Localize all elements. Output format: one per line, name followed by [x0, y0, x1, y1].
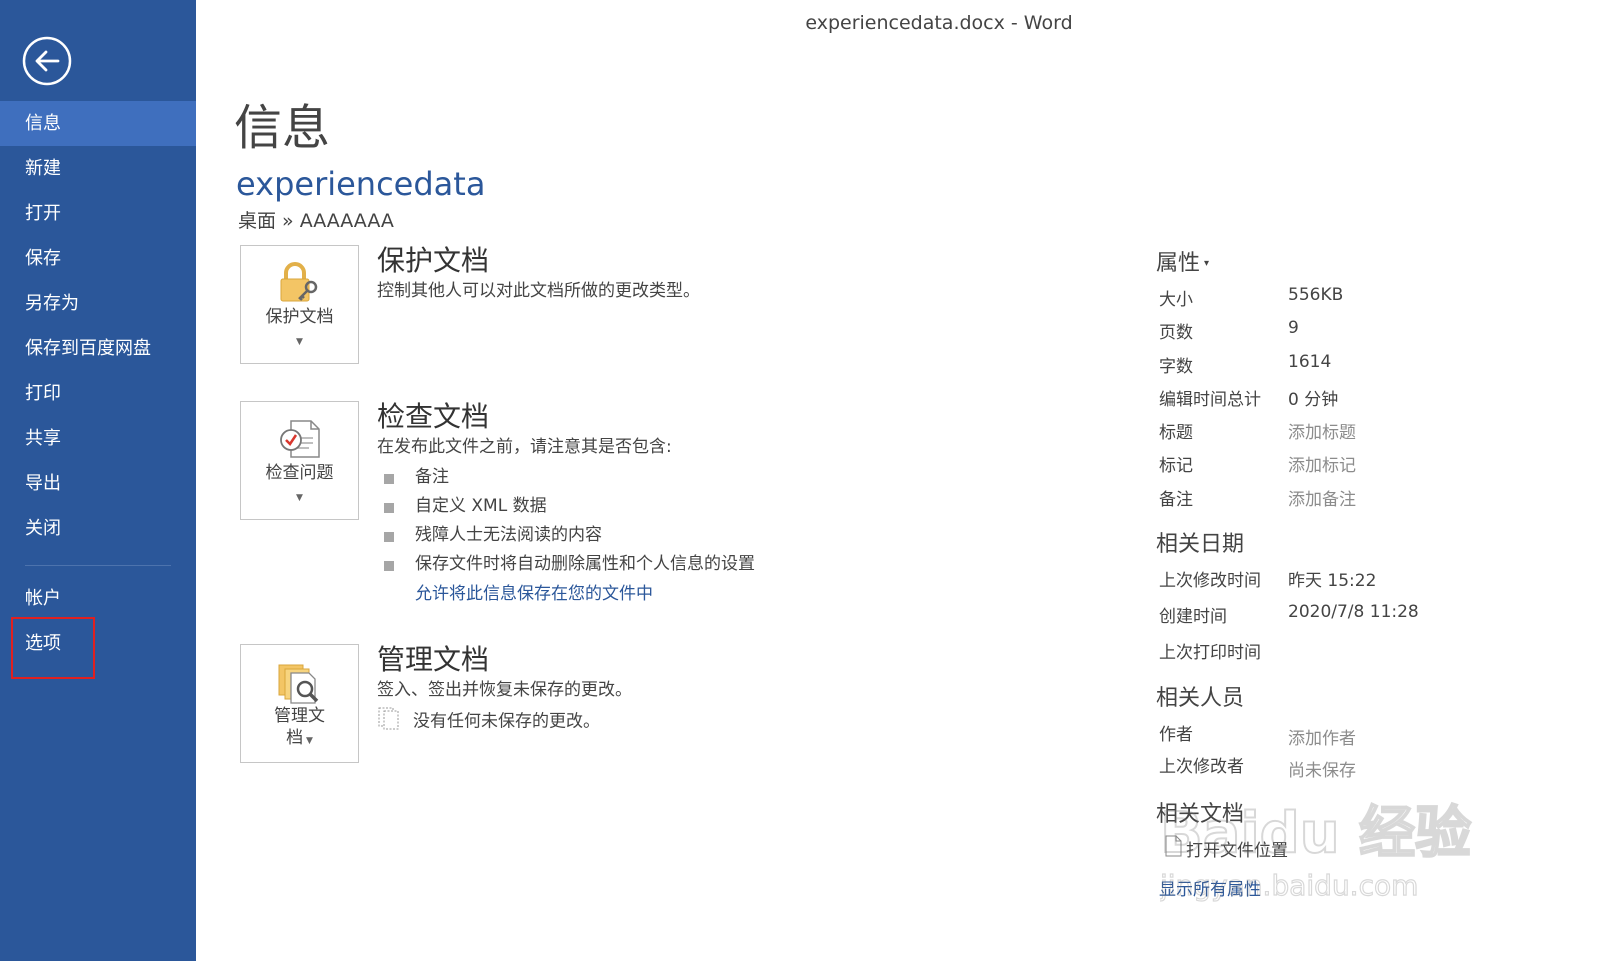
unsaved-docs-icon: [377, 706, 401, 737]
sidebar-item-export[interactable]: 导出: [0, 461, 196, 506]
manage-body: 管理文档 签入、签出并恢复未保存的更改。 没有任何未保存的更改。: [377, 643, 1077, 737]
list-item: 备注: [377, 463, 1077, 492]
document-name: experiencedata: [236, 165, 486, 203]
sidebar-item-save[interactable]: 保存: [0, 236, 196, 281]
show-all-properties-link[interactable]: 显示所有属性: [1159, 880, 1261, 900]
sidebar-item-open[interactable]: 打开: [0, 191, 196, 236]
options-highlight-box: [11, 617, 95, 679]
page-title: 信息: [234, 100, 331, 156]
allow-save-info-link[interactable]: 允许将此信息保存在您的文件中: [415, 584, 653, 604]
inspect-body: 检查文档 在发布此文件之前，请注意其是否包含: 备注 自定义 XML 数据 残障…: [377, 400, 1077, 609]
manage-desc: 签入、签出并恢复未保存的更改。: [377, 680, 632, 700]
sidebar-item-save-as[interactable]: 另存为: [0, 281, 196, 326]
sidebar-divider: [25, 565, 171, 566]
dropdown-caret-icon: ▾: [1204, 258, 1210, 269]
breadcrumb: 桌面 » AAAAAAA: [238, 210, 394, 232]
add-author-field[interactable]: 添加作者: [1288, 724, 1356, 749]
date-row: 上次打印时间: [1159, 643, 1261, 664]
sidebar-item-share[interactable]: 共享: [0, 416, 196, 461]
protect-body: 保护文档 控制其他人可以对此文档所做的更改类型。: [377, 244, 1077, 303]
property-row: 页数 9: [1159, 318, 1299, 344]
add-tags-field[interactable]: 添加标记: [1288, 451, 1356, 476]
property-row-tags: 标记 添加标记: [1156, 446, 1576, 479]
protect-title: 保护文档: [377, 244, 490, 277]
list-item: 自定义 XML 数据: [377, 492, 1077, 521]
add-title-field[interactable]: 添加标题: [1288, 418, 1356, 443]
manage-note: 没有任何未保存的更改。: [413, 711, 600, 732]
people-row: 上次修改者 尚未保存: [1159, 757, 1356, 782]
window-title: experiencedata.docx - Word: [805, 12, 1073, 34]
sidebar-item-new[interactable]: 新建: [0, 146, 196, 191]
sidebar-item-print[interactable]: 打印: [0, 371, 196, 416]
manage-versions-icon: [277, 659, 323, 705]
property-row-title: 标题 添加标题: [1156, 413, 1576, 446]
protect-tile-label: 保护文档: [265, 307, 334, 327]
sidebar-item-info[interactable]: 信息: [0, 101, 196, 146]
properties-header[interactable]: 属性 ▾: [1156, 248, 1576, 280]
backstage-sidebar: 信息 新建 打开 保存 另存为 保存到百度网盘 打印 共享 导出 关闭 帐户 选…: [0, 0, 196, 961]
related-dates-header: 相关日期: [1156, 532, 1245, 558]
check-issues-button[interactable]: 检查问题 ▼: [240, 401, 359, 520]
related-documents-header: 相关文档: [1156, 802, 1245, 828]
inspect-bullet-list: 备注 自定义 XML 数据 残障人士无法阅读的内容 保存文件时将自动删除属性和个…: [377, 463, 1077, 579]
list-item: 保存文件时将自动删除属性和个人信息的设置: [377, 550, 1077, 579]
add-comments-field[interactable]: 添加备注: [1288, 485, 1356, 510]
sidebar-nav: 信息 新建 打开 保存 另存为 保存到百度网盘 打印 共享 导出 关闭 帐户 选…: [0, 101, 196, 666]
open-file-location-link[interactable]: 打开文件位置: [1156, 835, 1576, 865]
manage-title: 管理文档: [377, 643, 490, 676]
dropdown-caret-icon: ▼: [296, 337, 303, 347]
manage-tile-label-line2: 档: [286, 728, 304, 748]
protect-document-button[interactable]: 保护文档 ▼: [240, 245, 359, 364]
list-item: 残障人士无法阅读的内容: [377, 521, 1077, 550]
inspect-title: 检查文档: [377, 400, 490, 433]
manage-tile-label-line1: 管理文: [274, 706, 325, 726]
property-row-comments: 备注 添加备注: [1156, 480, 1576, 513]
lock-key-icon: [277, 260, 323, 306]
property-row: 字数 1614: [1159, 351, 1332, 377]
sidebar-item-close[interactable]: 关闭: [0, 506, 196, 551]
protect-desc: 控制其他人可以对此文档所做的更改类型。: [377, 281, 700, 301]
dropdown-caret-icon: ▼: [303, 736, 313, 746]
date-row: 上次修改时间 昨天 15:22: [1159, 571, 1377, 592]
sidebar-item-save-to-baidu[interactable]: 保存到百度网盘: [0, 326, 196, 371]
document-icon: [1164, 835, 1182, 867]
manage-document-button[interactable]: 管理文档 ▼: [240, 644, 359, 763]
property-row: 编辑时间总计 0 分钟: [1159, 389, 1339, 410]
inspect-desc: 在发布此文件之前，请注意其是否包含:: [377, 437, 672, 457]
manage-note-row: 没有任何未保存的更改。: [377, 706, 1077, 737]
property-row: 大小 556KB: [1159, 285, 1344, 310]
people-row: 作者 添加作者: [1159, 724, 1356, 750]
dropdown-caret-icon: ▼: [296, 493, 303, 503]
sidebar-item-account[interactable]: 帐户: [0, 576, 196, 621]
inspect-document-icon: [277, 416, 323, 462]
back-arrow-icon[interactable]: [22, 36, 72, 86]
date-row: 创建时间 2020/7/8 11:28: [1159, 602, 1419, 628]
related-people-header: 相关人员: [1156, 686, 1245, 712]
properties-panel: 属性 ▾ 大小 556KB 页数 9 字数 1614 编辑时间总计 0 分钟 标题 添加标题…: [1156, 248, 1576, 900]
inspect-tile-label: 检查问题: [265, 463, 334, 483]
